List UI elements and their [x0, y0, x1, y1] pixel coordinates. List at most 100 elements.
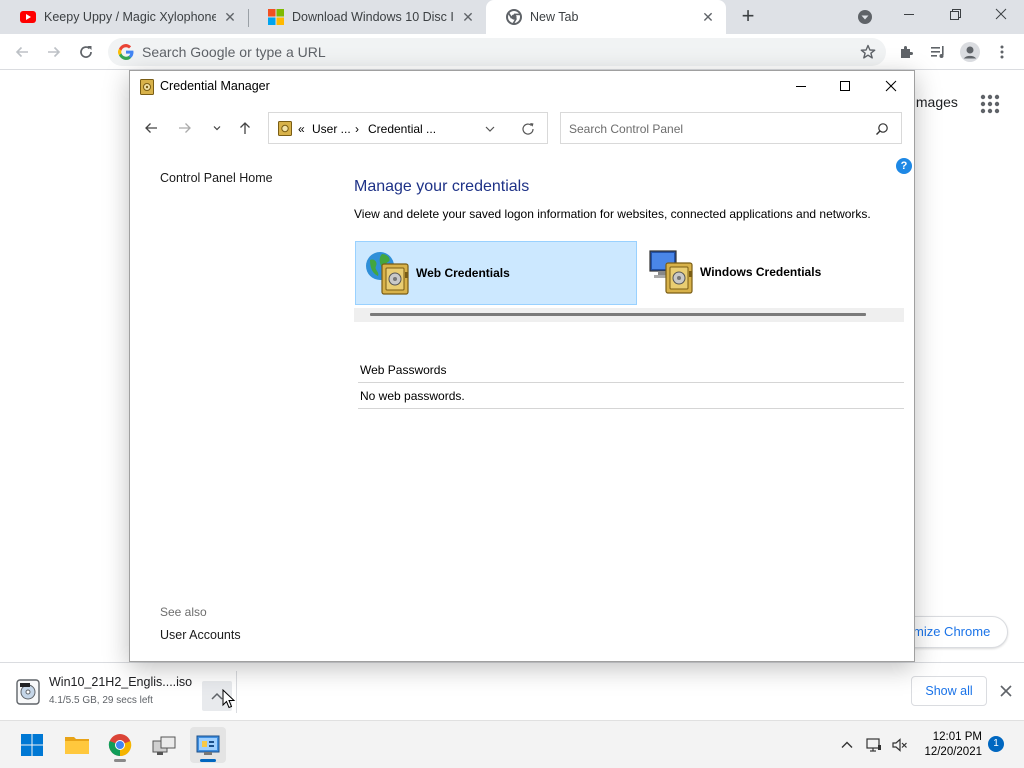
back-arrow-icon — [15, 46, 28, 58]
tab-keepy-uppy[interactable]: Keepy Uppy / Magic Xylophone ✕ — [0, 0, 248, 34]
taskbar-control-panel[interactable] — [190, 727, 226, 763]
control-panel-home-link[interactable]: Control Panel Home — [160, 171, 273, 185]
breadcrumb-separator: › — [355, 122, 359, 136]
mouse-cursor-icon — [222, 689, 236, 709]
no-web-passwords-text: No web passwords. — [360, 389, 465, 403]
forward-arrow-icon — [179, 123, 191, 133]
back-button[interactable] — [10, 40, 34, 64]
tab-title: New Tab — [530, 10, 579, 24]
google-apps-icon[interactable] — [980, 94, 1000, 114]
tab-title: Keepy Uppy / Magic Xylophone — [44, 10, 216, 24]
music-queue-icon — [931, 46, 944, 58]
window-minimize-button[interactable] — [778, 71, 824, 101]
browser-minimize-button[interactable] — [886, 0, 932, 30]
tab-close-icon[interactable]: ✕ — [460, 9, 476, 25]
tab-download-windows[interactable]: Download Windows 10 Disc Ima ✕ — [248, 0, 486, 34]
chrome-menu-button[interactable] — [990, 40, 1014, 64]
chevron-down-icon — [213, 126, 221, 131]
minimize-icon — [796, 86, 806, 87]
search-control-panel-input[interactable]: Search Control Panel — [560, 112, 902, 144]
web-credentials-tile[interactable]: Web Credentials — [355, 241, 637, 305]
breadcrumb-credential-manager[interactable]: Credential ... — [368, 122, 436, 136]
customize-chrome-label: mize Chrome — [913, 624, 991, 639]
section-divider — [358, 408, 904, 409]
window-close-button[interactable] — [868, 71, 914, 101]
help-icon[interactable]: ? — [896, 158, 912, 174]
taskbar-chrome[interactable] — [102, 727, 138, 763]
forward-button[interactable] — [42, 40, 66, 64]
windows-credentials-icon — [649, 250, 693, 294]
credential-manager-app-icon — [278, 121, 292, 136]
folder-icon — [65, 737, 89, 754]
browser-restore-button[interactable] — [932, 0, 978, 30]
breadcrumb-user-accounts[interactable]: User ... — [312, 122, 351, 136]
start-button[interactable] — [14, 727, 50, 763]
maximize-icon — [840, 81, 850, 91]
volume-muted-icon[interactable] — [892, 737, 908, 753]
browser-close-button[interactable] — [978, 0, 1024, 30]
running-indicator — [114, 759, 126, 762]
back-arrow-icon — [145, 123, 157, 133]
close-icon — [885, 80, 897, 92]
credential-manager-app-icon — [140, 79, 154, 95]
ntp-images-link[interactable]: Images — [912, 94, 958, 110]
page-description: View and delete your saved logon informa… — [354, 207, 871, 221]
bookmark-star-icon[interactable] — [860, 44, 876, 60]
breadcrumb-overflow[interactable]: « — [298, 122, 305, 136]
window-titlebar[interactable]: Credential Manager — [130, 71, 914, 103]
download-filename: Win10_21H2_Englis....iso — [49, 675, 193, 689]
user-accounts-link[interactable]: User Accounts — [160, 628, 241, 642]
nav-up-button[interactable] — [234, 117, 256, 139]
chrome-icon — [108, 734, 132, 757]
close-shelf-icon[interactable] — [998, 683, 1014, 699]
windows-credentials-tile[interactable]: Windows Credentials — [640, 241, 904, 305]
iso-file-icon — [16, 679, 40, 705]
omnibox[interactable]: Search Google or type a URL — [108, 38, 886, 66]
tab-new-tab[interactable]: New Tab ✕ — [486, 0, 726, 34]
profile-button[interactable] — [958, 40, 982, 64]
chevron-down-icon[interactable] — [483, 122, 497, 136]
network-icon[interactable] — [866, 737, 882, 753]
kebab-menu-icon — [1000, 45, 1004, 59]
youtube-icon — [20, 11, 36, 23]
windows-credentials-label: Windows Credentials — [700, 265, 822, 279]
taskbar-clock[interactable]: 12:01 PM 12/20/2021 — [918, 730, 982, 760]
horizontal-scrollbar[interactable] — [354, 308, 904, 322]
nav-back-button[interactable] — [140, 117, 162, 139]
reload-button[interactable] — [74, 40, 98, 64]
tab-search-icon[interactable] — [857, 9, 873, 25]
tab-close-icon[interactable]: ✕ — [222, 9, 238, 25]
windows-start-icon — [21, 734, 43, 756]
address-bar[interactable]: « User ... › Credential ... — [268, 112, 548, 144]
taskbar-app-network[interactable] — [146, 727, 182, 763]
tab-close-icon[interactable]: ✕ — [700, 9, 716, 25]
window-maximize-button[interactable] — [822, 71, 868, 101]
scrollbar-thumb[interactable] — [370, 313, 866, 316]
download-item[interactable]: Win10_21H2_Englis....iso 4.1/5.5 GB, 29 … — [8, 671, 236, 713]
chrome-icon — [506, 9, 522, 25]
nav-forward-button[interactable] — [174, 117, 196, 139]
show-all-downloads-button[interactable]: Show all — [911, 676, 987, 706]
notification-badge[interactable]: 1 — [988, 736, 1004, 752]
extensions-button[interactable] — [894, 40, 918, 64]
up-arrow-icon — [240, 122, 250, 134]
web-passwords-heading: Web Passwords — [360, 363, 447, 377]
see-also-label: See also — [160, 605, 207, 619]
window-title: Credential Manager — [160, 79, 270, 93]
minimize-icon — [904, 14, 914, 15]
reload-icon — [80, 46, 92, 58]
show-hidden-icons-chevron-icon[interactable] — [839, 737, 855, 753]
omnibox-placeholder: Search Google or type a URL — [142, 44, 326, 60]
refresh-icon[interactable] — [521, 122, 535, 136]
chrome-tab-strip: Keepy Uppy / Magic Xylophone ✕ Download … — [0, 0, 1024, 34]
clock-time: 12:01 PM — [932, 731, 982, 743]
media-controls-button[interactable] — [926, 40, 950, 64]
windows-logo-icon — [268, 9, 284, 25]
new-tab-button[interactable]: + — [736, 5, 760, 29]
clock-date: 12/20/2021 — [924, 746, 982, 758]
taskbar-file-explorer[interactable] — [59, 727, 95, 763]
forward-arrow-icon — [48, 46, 61, 58]
nav-recent-dropdown[interactable] — [206, 117, 228, 139]
windows-taskbar: 12:01 PM 12/20/2021 1 — [0, 720, 1024, 768]
running-indicator — [200, 759, 216, 762]
